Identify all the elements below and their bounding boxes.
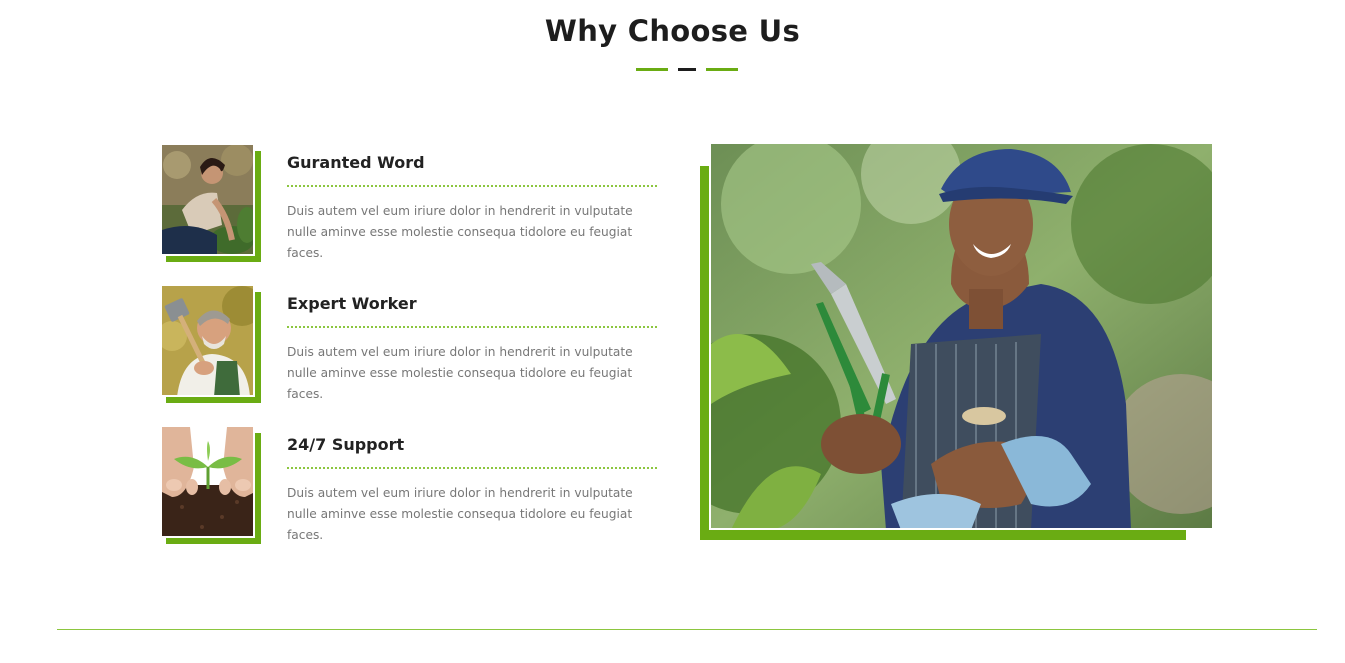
section-title: Why Choose Us [544,14,801,48]
woman-gardening-photo [162,145,255,256]
divider-left-bar [636,68,668,71]
divider-middle-bar [678,68,696,71]
older-man-with-shovel-photo [162,286,255,397]
dotted-divider [287,185,657,187]
hands-with-seedling-photo [162,427,255,538]
dotted-divider [287,326,657,328]
feature-thumbnail [162,286,261,403]
feature-item-guaranteed: Guranted Word Duis autem vel eum iriure … [162,145,662,265]
divider-right-bar [706,68,738,71]
feature-thumbnail [162,427,261,544]
feature-description: Duis autem vel eum iriure dolor in hendr… [287,345,633,401]
feature-title: Guranted Word [287,153,425,172]
feature-thumbnail [162,145,261,262]
section-bottom-divider [57,629,1317,630]
hero-image-block [700,144,1212,540]
feature-item-support: 24/7 Support Duis autem vel eum iriure d… [162,427,662,547]
feature-description: Duis autem vel eum iriure dolor in hendr… [287,204,633,260]
title-divider [636,68,738,72]
feature-description: Duis autem vel eum iriure dolor in hendr… [287,486,633,542]
dotted-divider [287,467,657,469]
feature-title: Expert Worker [287,294,417,313]
feature-title: 24/7 Support [287,435,405,454]
smiling-gardener-with-shears-photo [709,144,1212,530]
feature-item-expert-worker: Expert Worker Duis autem vel eum iriure … [162,286,662,406]
